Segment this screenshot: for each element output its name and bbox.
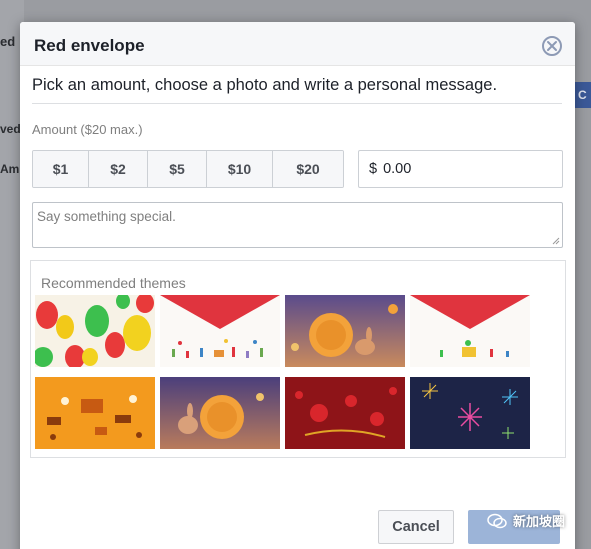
themes-title: Recommended themes bbox=[41, 275, 186, 291]
theme-balloons[interactable] bbox=[35, 295, 155, 367]
amount-input[interactable]: $ 0.00 bbox=[358, 150, 563, 188]
message-placeholder: Say something special. bbox=[37, 209, 176, 224]
background-text: ed bbox=[0, 34, 16, 49]
instructions-text: Pick an amount, choose a photo and write… bbox=[32, 76, 562, 104]
cancel-button[interactable]: Cancel bbox=[378, 510, 454, 544]
resize-grip-icon[interactable] bbox=[551, 236, 560, 245]
background-text: Am bbox=[0, 162, 20, 176]
close-icon[interactable] bbox=[542, 36, 562, 56]
wechat-icon bbox=[487, 513, 507, 528]
theme-fireworks[interactable] bbox=[410, 377, 530, 449]
amount-2-button[interactable]: $2 bbox=[89, 151, 148, 187]
amount-options: $1 $2 $5 $10 $20 bbox=[32, 150, 344, 188]
amount-10-button[interactable]: $10 bbox=[207, 151, 273, 187]
theme-mooncake-rabbit-dusk[interactable] bbox=[285, 295, 405, 367]
theme-mooncake-rabbit-night[interactable] bbox=[160, 377, 280, 449]
red-envelope-dialog: Red envelope Pick an amount, choose a ph… bbox=[20, 22, 575, 549]
amount-1-button[interactable]: $1 bbox=[33, 151, 89, 187]
watermark: 新加坡圈 bbox=[487, 511, 565, 530]
currency-symbol: $ bbox=[369, 161, 378, 177]
theme-orange-festival[interactable] bbox=[35, 377, 155, 449]
theme-red-envelope-celebration[interactable] bbox=[410, 295, 530, 367]
theme-red-envelope-party[interactable] bbox=[160, 295, 280, 367]
dialog-header: Red envelope bbox=[20, 22, 575, 66]
themes-panel: Recommended themes bbox=[30, 260, 566, 458]
dialog-title: Red envelope bbox=[34, 36, 145, 55]
background-text: ved bbox=[0, 122, 21, 136]
message-input[interactable]: Say something special. bbox=[32, 202, 563, 248]
watermark-text: 新加坡圈 bbox=[513, 514, 566, 529]
amount-5-button[interactable]: $5 bbox=[148, 151, 207, 187]
amount-label: Amount ($20 max.) bbox=[32, 122, 143, 137]
amount-value: 0.00 bbox=[383, 161, 412, 177]
theme-red-lanterns-dragon[interactable] bbox=[285, 377, 405, 449]
amount-20-button[interactable]: $20 bbox=[273, 151, 343, 187]
